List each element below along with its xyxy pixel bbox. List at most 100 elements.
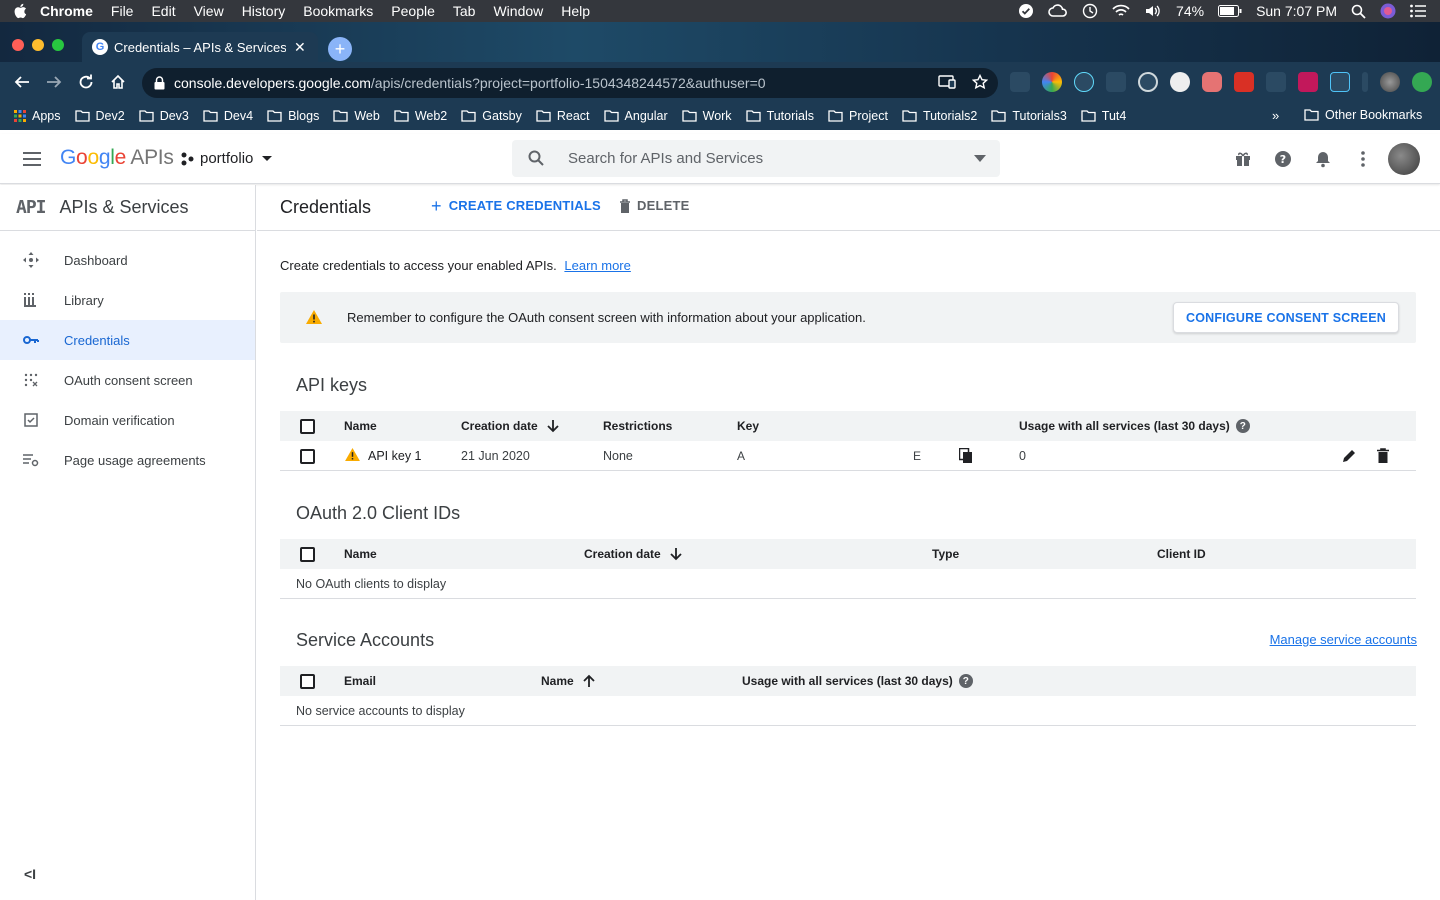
extension-pen-icon[interactable] xyxy=(1106,72,1126,92)
notifications-bell-icon[interactable] xyxy=(1314,150,1332,168)
bookmark-folder[interactable]: Dev3 xyxy=(139,109,189,123)
menu-history[interactable]: History xyxy=(242,3,286,19)
col-name[interactable]: Name xyxy=(344,547,377,561)
col-key[interactable]: Key xyxy=(737,419,759,433)
status-check-icon[interactable] xyxy=(1018,3,1034,19)
learn-more-link[interactable]: Learn more xyxy=(564,258,630,273)
search-input[interactable] xyxy=(568,140,958,177)
google-apis-logo[interactable]: Google APIs xyxy=(60,146,174,170)
extension-pink-icon[interactable] xyxy=(1298,72,1318,92)
bookmark-folder[interactable]: Web2 xyxy=(394,109,447,123)
help-icon[interactable]: ? xyxy=(1274,150,1292,168)
extension-camera-icon[interactable] xyxy=(1202,72,1222,92)
col-restrictions[interactable]: Restrictions xyxy=(603,419,672,433)
sidebar-item-dashboard[interactable]: Dashboard xyxy=(0,240,255,280)
wifi-icon[interactable] xyxy=(1112,4,1130,18)
back-icon[interactable] xyxy=(12,72,32,92)
manage-service-accounts-link[interactable]: Manage service accounts xyxy=(1270,632,1417,647)
siri-icon[interactable] xyxy=(1380,3,1396,19)
extension-box-icon[interactable] xyxy=(1266,72,1286,92)
row-checkbox[interactable] xyxy=(300,449,315,464)
trash-icon[interactable] xyxy=(1377,448,1389,463)
close-tab-icon[interactable]: ✕ xyxy=(294,39,306,56)
create-credentials-button[interactable]: + CREATE CREDENTIALS xyxy=(431,197,601,215)
help-icon[interactable]: ? xyxy=(1235,419,1250,433)
reload-icon[interactable] xyxy=(76,72,96,92)
address-bar[interactable]: console.developers.google.com/apis/crede… xyxy=(142,68,998,98)
api-key-name[interactable]: API key 1 xyxy=(368,449,422,463)
browser-tab[interactable]: G Credentials – APIs & Services – ✕ xyxy=(82,32,318,62)
clock[interactable]: Sun 7:07 PM xyxy=(1256,3,1337,19)
project-selector[interactable]: portfolio xyxy=(180,150,273,167)
edit-icon[interactable] xyxy=(1341,448,1357,464)
col-usage[interactable]: Usage with all services (last 30 days) ? xyxy=(1019,419,1250,433)
col-name[interactable]: Name xyxy=(344,419,377,433)
bookmark-folder[interactable]: Tut4 xyxy=(1081,109,1126,123)
bookmark-apps[interactable]: Apps xyxy=(14,109,61,123)
extension-1-icon[interactable] xyxy=(1010,72,1030,92)
spotlight-icon[interactable] xyxy=(1351,4,1366,19)
bookmark-folder[interactable]: Tutorials xyxy=(745,109,814,123)
bookmark-folder[interactable]: Web xyxy=(333,109,380,123)
menu-view[interactable]: View xyxy=(194,3,224,19)
bookmark-folder[interactable]: Work xyxy=(681,109,732,123)
bookmark-folder[interactable]: Angular xyxy=(603,109,668,123)
select-all-checkbox[interactable] xyxy=(300,547,315,562)
cast-icon[interactable] xyxy=(938,74,956,90)
col-email[interactable]: Email xyxy=(344,674,376,688)
table-row[interactable]: API key 1 21 Jun 2020 None A E 0 xyxy=(280,441,1416,471)
other-bookmarks[interactable]: Other Bookmarks xyxy=(1304,108,1422,122)
extension-iq-icon[interactable] xyxy=(1330,72,1350,92)
select-all-checkbox[interactable] xyxy=(300,419,315,434)
forward-icon[interactable] xyxy=(44,72,64,92)
bookmark-folder[interactable]: Dev2 xyxy=(74,109,125,123)
zoom-window-button[interactable] xyxy=(52,39,64,51)
minimize-window-button[interactable] xyxy=(32,39,44,51)
creative-cloud-icon[interactable] xyxy=(1048,4,1068,18)
sidebar-item-page-usage[interactable]: Page usage agreements xyxy=(0,440,255,480)
collapse-sidebar-button[interactable]: <I xyxy=(24,866,36,882)
bookmark-folder[interactable]: Tutorials2 xyxy=(902,109,977,123)
time-machine-icon[interactable] xyxy=(1082,3,1098,19)
menu-edit[interactable]: Edit xyxy=(151,3,175,19)
menu-window[interactable]: Window xyxy=(493,3,543,19)
home-icon[interactable] xyxy=(108,72,128,92)
extension-red-icon[interactable] xyxy=(1234,72,1254,92)
extension-circle-icon[interactable] xyxy=(1170,72,1190,92)
menu-help[interactable]: Help xyxy=(561,3,590,19)
menu-bookmarks[interactable]: Bookmarks xyxy=(303,3,373,19)
gift-icon[interactable] xyxy=(1234,150,1252,168)
bookmark-folder[interactable]: Gatsby xyxy=(461,109,522,123)
apple-icon[interactable] xyxy=(0,3,40,19)
menu-icon[interactable] xyxy=(22,151,42,167)
bookmark-folder[interactable]: Dev4 xyxy=(203,109,253,123)
configure-consent-screen-button[interactable]: CONFIGURE CONSENT SCREEN xyxy=(1173,302,1399,333)
col-client-id[interactable]: Client ID xyxy=(1157,547,1206,561)
sidebar-item-oauth-consent[interactable]: OAuth consent screen xyxy=(0,360,255,400)
copy-icon[interactable] xyxy=(959,448,973,464)
col-creation-date[interactable]: Creation date xyxy=(461,419,560,433)
bookmark-star-icon[interactable] xyxy=(972,74,988,90)
bookmark-folder[interactable]: Blogs xyxy=(267,109,319,123)
bookmark-folder[interactable]: Tutorials3 xyxy=(991,109,1067,123)
bookmarks-overflow-button[interactable]: » xyxy=(1272,108,1279,123)
react-devtools-icon[interactable] xyxy=(1074,72,1094,92)
battery-icon[interactable] xyxy=(1218,5,1242,17)
help-icon[interactable]: ? xyxy=(958,674,973,688)
avatar[interactable] xyxy=(1388,143,1420,175)
close-window-button[interactable] xyxy=(12,39,24,51)
menu-tab[interactable]: Tab xyxy=(453,3,476,19)
menu-people[interactable]: People xyxy=(391,3,435,19)
extension-target-icon[interactable] xyxy=(1138,72,1158,92)
search-icon[interactable] xyxy=(528,150,544,166)
bookmark-folder[interactable]: React xyxy=(536,109,590,123)
col-type[interactable]: Type xyxy=(932,547,959,561)
new-tab-button[interactable]: + xyxy=(328,37,352,61)
sidebar-item-credentials[interactable]: Credentials xyxy=(0,320,255,360)
lock-icon[interactable] xyxy=(154,76,165,90)
col-creation-date[interactable]: Creation date xyxy=(584,547,683,561)
extension-green-icon[interactable] xyxy=(1412,72,1432,92)
menu-file[interactable]: File xyxy=(111,3,134,19)
delete-button[interactable]: DELETE xyxy=(619,198,689,213)
select-all-checkbox[interactable] xyxy=(300,674,315,689)
